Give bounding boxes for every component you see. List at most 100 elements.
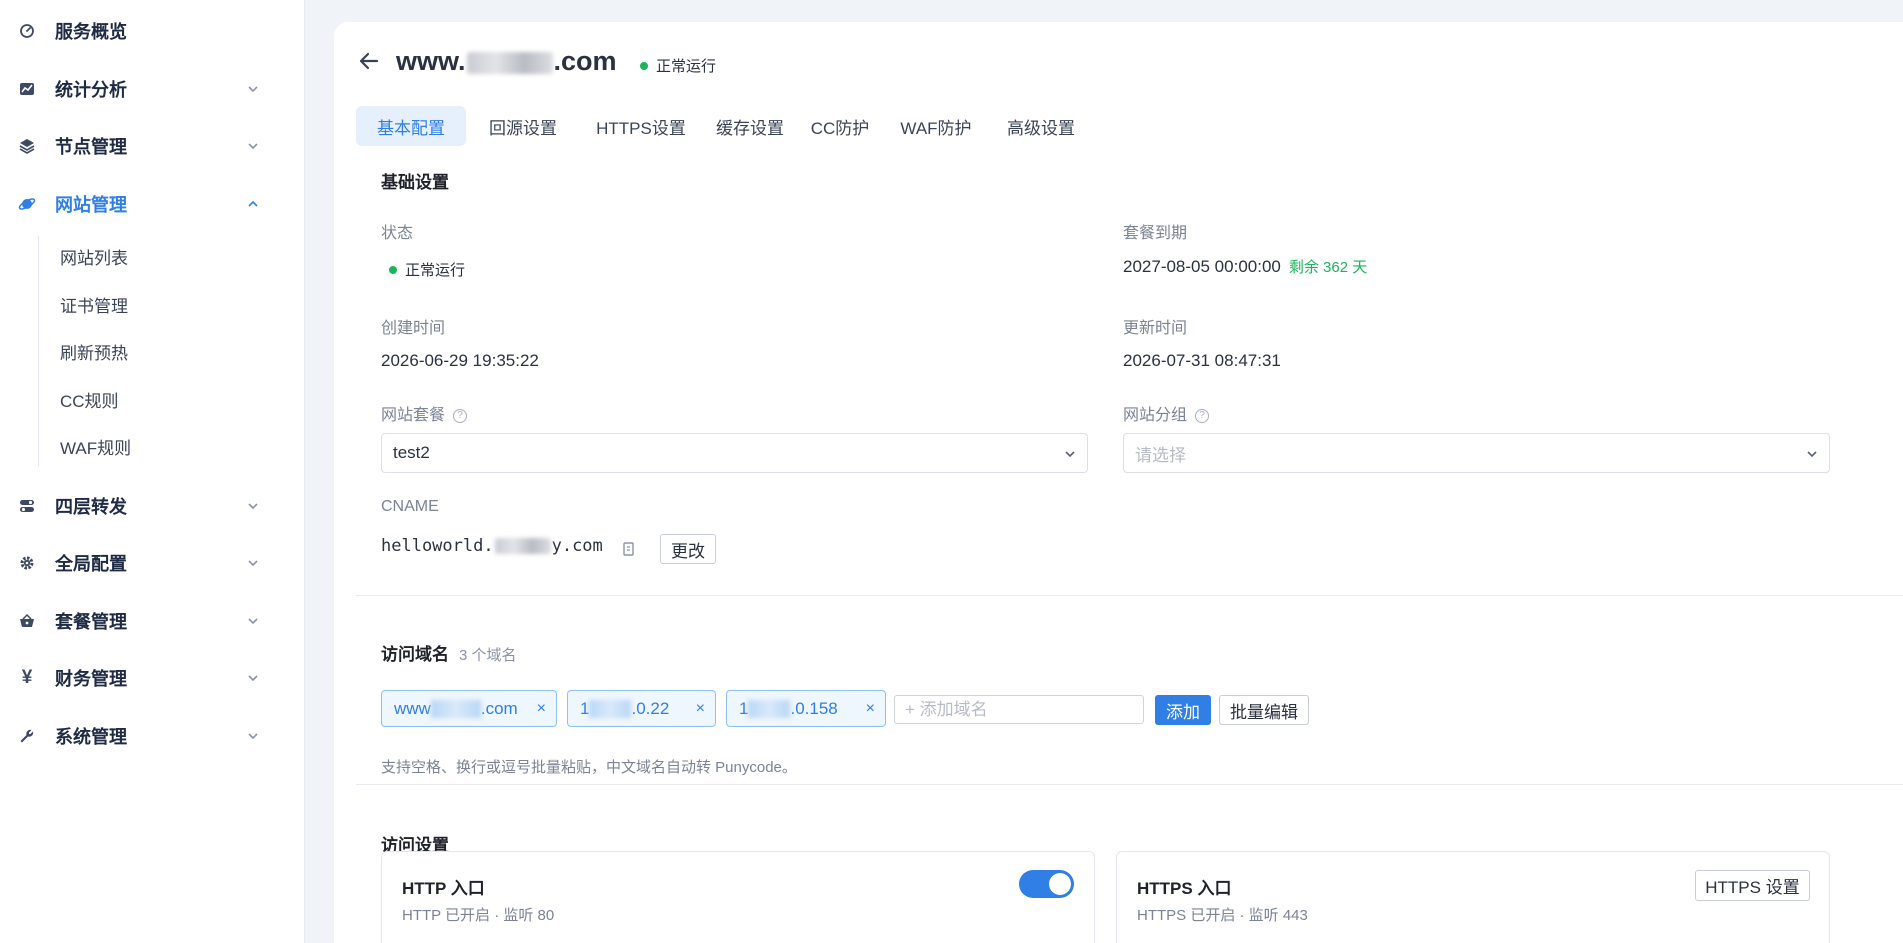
- tab-https[interactable]: HTTPS设置: [583, 106, 699, 146]
- site-detail-card: www. .com 正常运行 基本配置 回源设置 HTTPS设置 缓存设置 CC防…: [334, 22, 1903, 943]
- chevron-up-icon: [246, 197, 260, 211]
- group-label: 网站分组?: [1123, 401, 1210, 425]
- domain-chip: www .com ×: [381, 690, 557, 727]
- status-label: 状态: [381, 225, 414, 242]
- chevron-down-icon: [246, 556, 260, 570]
- https-entry-panel: HTTPS 入口 HTTPS 已开启 · 监听 443 HTTPS 设置: [1116, 851, 1830, 943]
- chevron-down-icon: [1805, 446, 1819, 460]
- nav-label: 统计分析: [55, 80, 127, 100]
- status-badge: 正常运行: [640, 55, 716, 76]
- nav-item-system[interactable]: 系统管理: [0, 716, 305, 756]
- toggle-knob: [1049, 873, 1071, 895]
- chevron-down-icon: [1063, 446, 1077, 460]
- add-domain-input[interactable]: [894, 695, 1144, 724]
- nav-item-statistics[interactable]: 统计分析: [0, 69, 305, 109]
- chip-suffix: .0.158: [790, 698, 838, 718]
- remove-chip-icon[interactable]: ×: [866, 700, 875, 718]
- back-arrow-icon[interactable]: [358, 50, 380, 72]
- nav-item-l4-forwarding[interactable]: 四层转发: [0, 486, 305, 526]
- change-cname-button[interactable]: 更改: [660, 534, 716, 564]
- redacted-text: [589, 699, 632, 718]
- cname-suffix: y.com: [551, 536, 603, 556]
- plan-label-text: 网站套餐: [381, 407, 446, 424]
- yen-icon: ¥: [21, 667, 33, 688]
- expire-date: 2027-08-05 00:00:00: [1123, 257, 1281, 276]
- redacted-text: [748, 699, 791, 718]
- chip-prefix: 1: [580, 698, 590, 718]
- plan-select[interactable]: test2: [381, 433, 1088, 473]
- tab-waf-protection[interactable]: WAF防护: [886, 106, 986, 146]
- remove-chip-icon[interactable]: ×: [696, 700, 705, 718]
- tab-cc-protection[interactable]: CC防护: [800, 106, 880, 146]
- sub-item-purge-preload[interactable]: 刷新预热: [60, 336, 128, 366]
- nav-label: 财务管理: [55, 669, 127, 689]
- updated-label: 更新时间: [1123, 320, 1188, 337]
- nav-label: 系统管理: [55, 727, 127, 747]
- chip-suffix: .0.22: [631, 698, 670, 718]
- divider: [356, 784, 1903, 785]
- remaining-days: 剩余 362 天: [1288, 259, 1368, 276]
- nav-item-overview[interactable]: 服务概览: [0, 11, 305, 51]
- updated-value: 2026-07-31 08:47:31: [1123, 351, 1281, 370]
- wrench-icon: [18, 727, 36, 745]
- plan-label: 网站套餐?: [381, 401, 468, 425]
- tab-advanced[interactable]: 高级设置: [996, 106, 1086, 146]
- redacted-text: [430, 699, 481, 718]
- nav-item-global-config[interactable]: 全局配置: [0, 543, 305, 583]
- expire-value: 2027-08-05 00:00:00 剩余 362 天: [1123, 256, 1367, 277]
- toggles-icon: [18, 497, 36, 515]
- chip-prefix: 1: [739, 698, 749, 718]
- sidebar: 服务概览 统计分析 节点管理 网站管理 网站列表 证书管理 刷新预热 CC规则 …: [0, 0, 305, 943]
- tab-origin[interactable]: 回源设置: [473, 106, 573, 146]
- https-panel-title: HTTPS 入口: [1137, 879, 1232, 898]
- copy-icon[interactable]: [622, 541, 636, 557]
- title-suffix: .com: [553, 46, 617, 76]
- redacted-text: [466, 51, 553, 74]
- batch-edit-button[interactable]: 批量编辑: [1219, 695, 1309, 725]
- nav-item-plans[interactable]: 套餐管理: [0, 601, 305, 641]
- basket-icon: [18, 612, 36, 630]
- nav-item-websites[interactable]: 网站管理: [0, 184, 305, 224]
- nav-label: 网站管理: [55, 195, 127, 215]
- group-label-text: 网站分组: [1123, 407, 1188, 424]
- nav-item-nodes[interactable]: 节点管理: [0, 126, 305, 166]
- sub-item-site-list[interactable]: 网站列表: [60, 241, 128, 271]
- chip-suffix: .com: [480, 698, 518, 718]
- cname-label: CNAME: [381, 498, 439, 515]
- tab-cache[interactable]: 缓存设置: [705, 106, 795, 146]
- group-select-placeholder: 请选择: [1135, 445, 1186, 465]
- remove-chip-icon[interactable]: ×: [537, 700, 546, 718]
- nav-label: 四层转发: [55, 497, 127, 517]
- https-settings-button[interactable]: HTTPS 设置: [1695, 870, 1810, 901]
- status-text: 正常运行: [656, 58, 717, 75]
- nav-label: 套餐管理: [55, 612, 127, 632]
- group-select[interactable]: 请选择: [1123, 433, 1830, 473]
- domain-hint: 支持空格、换行或逗号批量粘贴，中文域名自动转 Punycode。: [381, 759, 797, 776]
- sub-item-cc-rules[interactable]: CC规则: [60, 384, 119, 414]
- domain-chip: 1 .0.22 ×: [567, 690, 716, 727]
- status-dot-icon: [389, 265, 397, 274]
- chevron-down-icon: [246, 671, 260, 685]
- nav-item-finance[interactable]: ¥ 财务管理: [0, 658, 305, 698]
- chart-icon: [18, 80, 36, 98]
- cname-value: helloworld. y.com: [381, 536, 603, 556]
- dashboard-icon: [18, 22, 36, 40]
- help-icon[interactable]: ?: [1195, 408, 1210, 423]
- http-panel-title: HTTP 入口: [402, 879, 485, 898]
- help-icon[interactable]: ?: [453, 408, 468, 423]
- tab-basic-config[interactable]: 基本配置: [356, 106, 466, 146]
- sub-item-waf-rules[interactable]: WAF规则: [60, 431, 131, 461]
- cname-prefix: helloworld.: [381, 536, 494, 556]
- chevron-down-icon: [246, 82, 260, 96]
- add-domain-button[interactable]: 添加: [1155, 695, 1211, 725]
- page-title: www. .com: [396, 46, 617, 77]
- sub-item-certificates[interactable]: 证书管理: [60, 289, 128, 319]
- chevron-down-icon: [246, 729, 260, 743]
- https-panel-subtitle: HTTPS 已开启 · 监听 443: [1137, 907, 1308, 924]
- planet-icon: [18, 195, 36, 213]
- status-value: 正常运行: [389, 259, 465, 280]
- created-value: 2026-06-29 19:35:22: [381, 351, 539, 370]
- http-toggle[interactable]: [1019, 870, 1074, 898]
- expire-label: 套餐到期: [1123, 225, 1188, 242]
- nav-label: 全局配置: [55, 554, 127, 574]
